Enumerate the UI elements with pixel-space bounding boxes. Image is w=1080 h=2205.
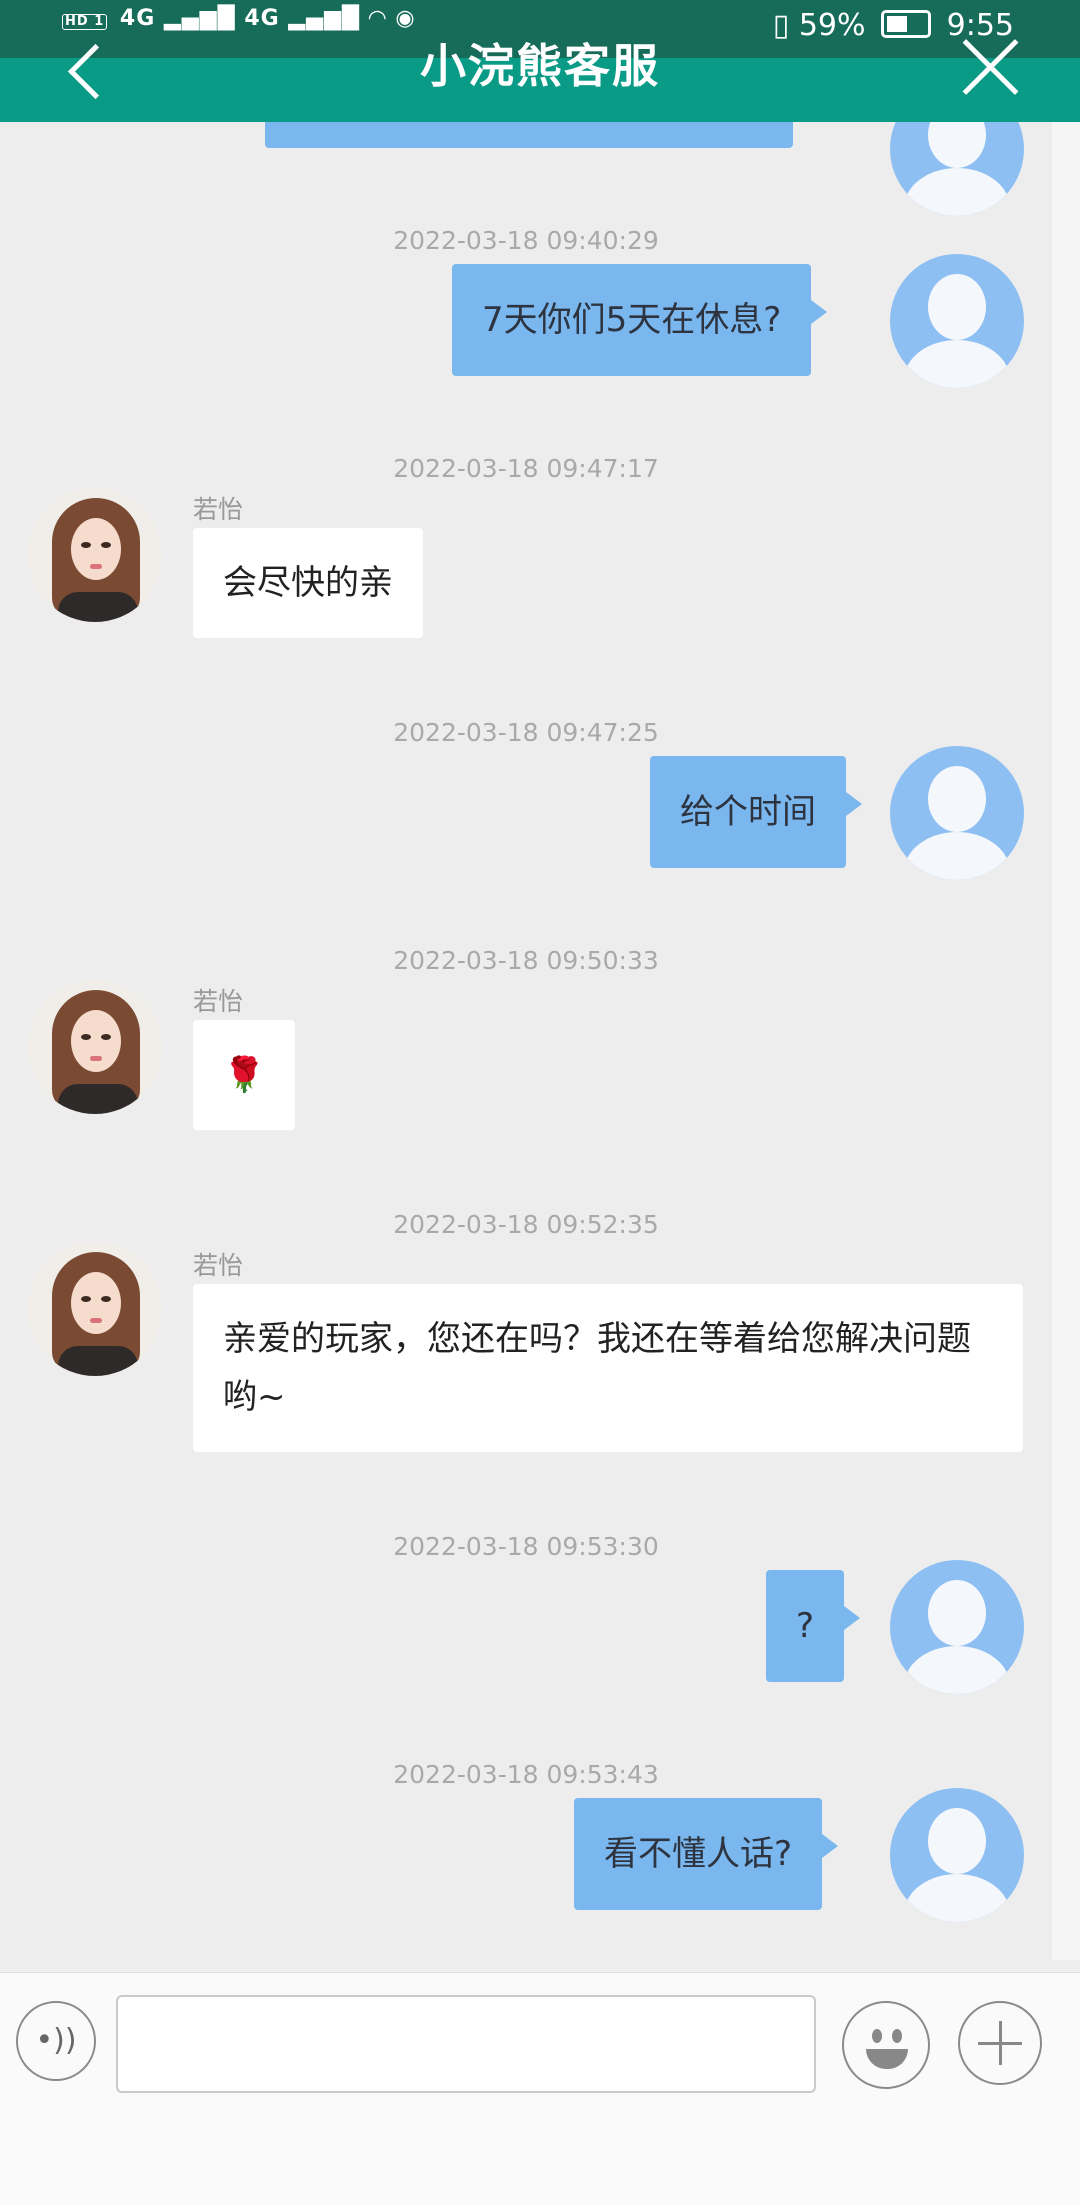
header-bar: HD 1 4G ▂▄▆█ 4G ▂▄▆█ ◠ ◉ ▯ 59% 9:55 小浣熊客… — [0, 0, 1080, 122]
message-bubble-outgoing[interactable]: 7天你们5天在休息? — [452, 264, 828, 376]
agent-avatar[interactable] — [28, 1242, 162, 1376]
status-left: HD 1 4G ▂▄▆█ 4G ▂▄▆█ ◠ ◉ — [62, 6, 416, 31]
avatar-eye — [81, 1034, 91, 1040]
emoji-eye — [872, 2029, 882, 2043]
scrollbar[interactable] — [1052, 122, 1080, 1960]
message-bubble-incoming[interactable]: 🌹 — [193, 1020, 296, 1130]
network-type: 4G — [244, 6, 280, 31]
message-timestamp: 2022-03-18 09:47:17 — [393, 454, 659, 483]
signal-icon: ▂▄▆█ — [288, 6, 361, 31]
user-avatar[interactable] — [890, 1788, 1024, 1922]
avatar-lips — [90, 1318, 102, 1323]
avatar-lips — [90, 1056, 102, 1061]
avatar-face — [71, 518, 121, 580]
message-bubble-incoming[interactable]: 亲爱的玩家，您还在吗？我还在等着给您解决问题哟~ — [193, 1284, 1023, 1452]
message-bubble-outgoing[interactable]: 给个时间 — [650, 756, 862, 868]
user-avatar[interactable] — [890, 1560, 1024, 1694]
agent-avatar[interactable] — [28, 488, 162, 622]
page-title: 小浣熊客服 — [420, 39, 660, 93]
avatar-eye — [101, 1296, 111, 1302]
avatar-eye — [81, 1296, 91, 1302]
message-bubble-incoming[interactable]: 会尽快的亲 — [193, 528, 423, 638]
avatar-lips — [90, 564, 102, 569]
message-input[interactable] — [116, 1995, 816, 2093]
user-avatar[interactable] — [890, 254, 1024, 388]
message-timestamp: 2022-03-18 09:53:30 — [393, 1532, 659, 1561]
message-bubble-outgoing[interactable]: 看不懂人话? — [574, 1798, 839, 1910]
close-button[interactable] — [958, 34, 1022, 98]
eye-icon: ◉ — [395, 6, 416, 31]
hd-badge: HD 1 — [62, 14, 108, 30]
avatar-eye — [81, 542, 91, 548]
avatar-body — [58, 1346, 138, 1376]
signal-icon: ▂▄▆█ — [163, 6, 236, 31]
avatar-face — [71, 1010, 121, 1072]
sender-name: 若怡 — [193, 987, 244, 1016]
user-avatar — [890, 122, 1024, 216]
chat-area[interactable]: 2022-03-18 09:40:29 7天你们5天在休息? 2022-03-1… — [0, 122, 1080, 1972]
emoji-icon[interactable] — [842, 2001, 930, 2089]
avatar-body — [58, 592, 138, 622]
message-bubble-outgoing[interactable]: ? — [766, 1570, 861, 1682]
agent-avatar[interactable] — [28, 980, 162, 1114]
emoji-mouth — [866, 2049, 908, 2069]
message-timestamp: 2022-03-18 09:53:43 — [393, 1760, 659, 1789]
avatar-eye — [101, 542, 111, 548]
sender-name: 若怡 — [193, 1251, 244, 1280]
input-bar: •)) — [0, 1972, 1080, 2205]
sender-name: 若怡 — [193, 495, 244, 524]
voice-icon[interactable]: •)) — [16, 2001, 96, 2081]
plus-icon[interactable] — [958, 2001, 1042, 2085]
avatar-body — [58, 1084, 138, 1114]
message-bubble-partial — [265, 122, 793, 148]
message-timestamp: 2022-03-18 09:40:29 — [393, 226, 659, 255]
network-type: 4G — [119, 6, 156, 31]
avatar-face — [71, 1272, 121, 1334]
message-timestamp: 2022-03-18 09:50:33 — [393, 946, 659, 975]
message-timestamp: 2022-03-18 09:52:35 — [393, 1210, 659, 1239]
wifi-icon: ◠ — [368, 6, 396, 31]
user-avatar[interactable] — [890, 746, 1024, 880]
message-timestamp: 2022-03-18 09:47:25 — [393, 718, 659, 747]
avatar-eye — [101, 1034, 111, 1040]
emoji-eye — [892, 2029, 902, 2043]
